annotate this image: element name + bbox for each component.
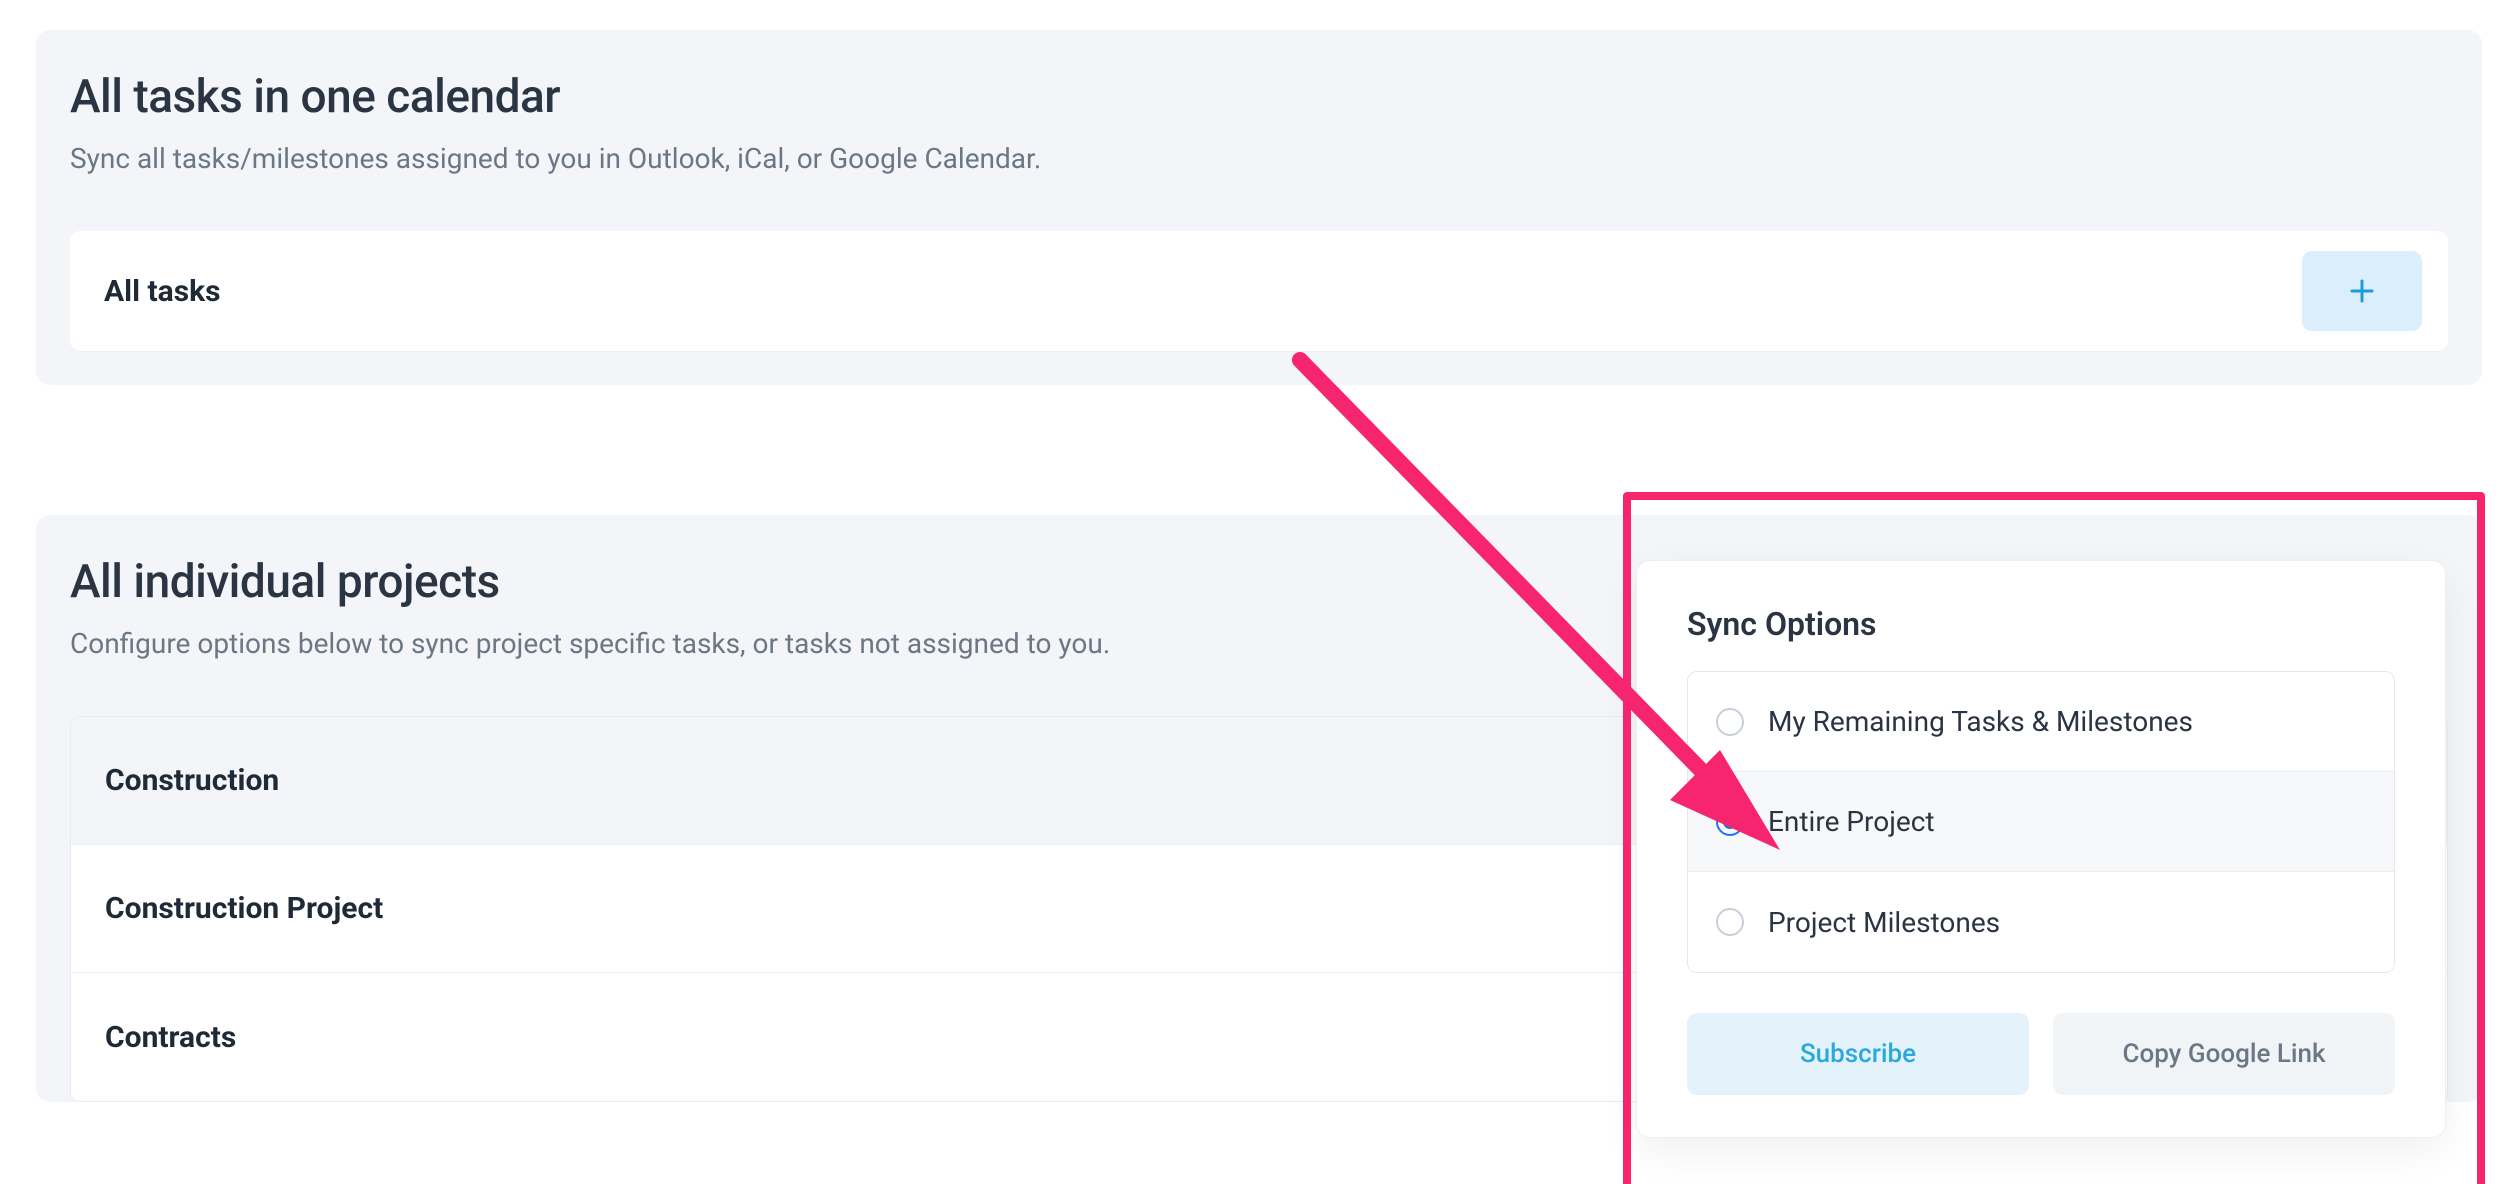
sync-option-label: My Remaining Tasks & Milestones — [1768, 705, 2193, 738]
all-tasks-row[interactable]: All tasks — [70, 231, 2448, 351]
project-row-label: Contracts — [105, 1020, 236, 1055]
radio-icon — [1716, 908, 1744, 936]
all-tasks-section: All tasks in one calendar Sync all tasks… — [36, 30, 2482, 385]
project-row-label: Construction — [105, 763, 279, 798]
copy-google-link-button[interactable]: Copy Google Link — [2053, 1013, 2395, 1095]
section-gap — [0, 385, 2518, 495]
sync-options-radio-group: My Remaining Tasks & Milestones Entire P… — [1687, 671, 2395, 973]
add-all-tasks-button[interactable] — [2302, 251, 2422, 331]
sync-option-project-milestones[interactable]: Project Milestones — [1688, 872, 2394, 972]
page-root: All tasks in one calendar Sync all tasks… — [0, 30, 2518, 1184]
sync-option-label: Project Milestones — [1768, 906, 2000, 939]
sync-option-entire-project[interactable]: Entire Project — [1688, 772, 2394, 872]
all-tasks-row-list: All tasks — [70, 231, 2448, 351]
sync-options-actions: Subscribe Copy Google Link — [1687, 1013, 2395, 1095]
subscribe-button[interactable]: Subscribe — [1687, 1013, 2029, 1095]
all-tasks-title: All tasks in one calendar — [70, 70, 2448, 124]
radio-icon — [1716, 808, 1744, 836]
project-row-label: Construction Project — [105, 891, 383, 926]
all-tasks-row-label: All tasks — [104, 274, 221, 309]
radio-icon — [1716, 708, 1744, 736]
sync-options-title: Sync Options — [1687, 605, 2395, 643]
sync-option-label: Entire Project — [1768, 805, 1935, 838]
all-tasks-subtitle: Sync all tasks/milestones assigned to yo… — [70, 142, 2448, 175]
sync-options-popover: Sync Options My Remaining Tasks & Milest… — [1636, 560, 2446, 1138]
plus-icon — [2347, 276, 2377, 306]
sync-option-my-remaining[interactable]: My Remaining Tasks & Milestones — [1688, 672, 2394, 772]
